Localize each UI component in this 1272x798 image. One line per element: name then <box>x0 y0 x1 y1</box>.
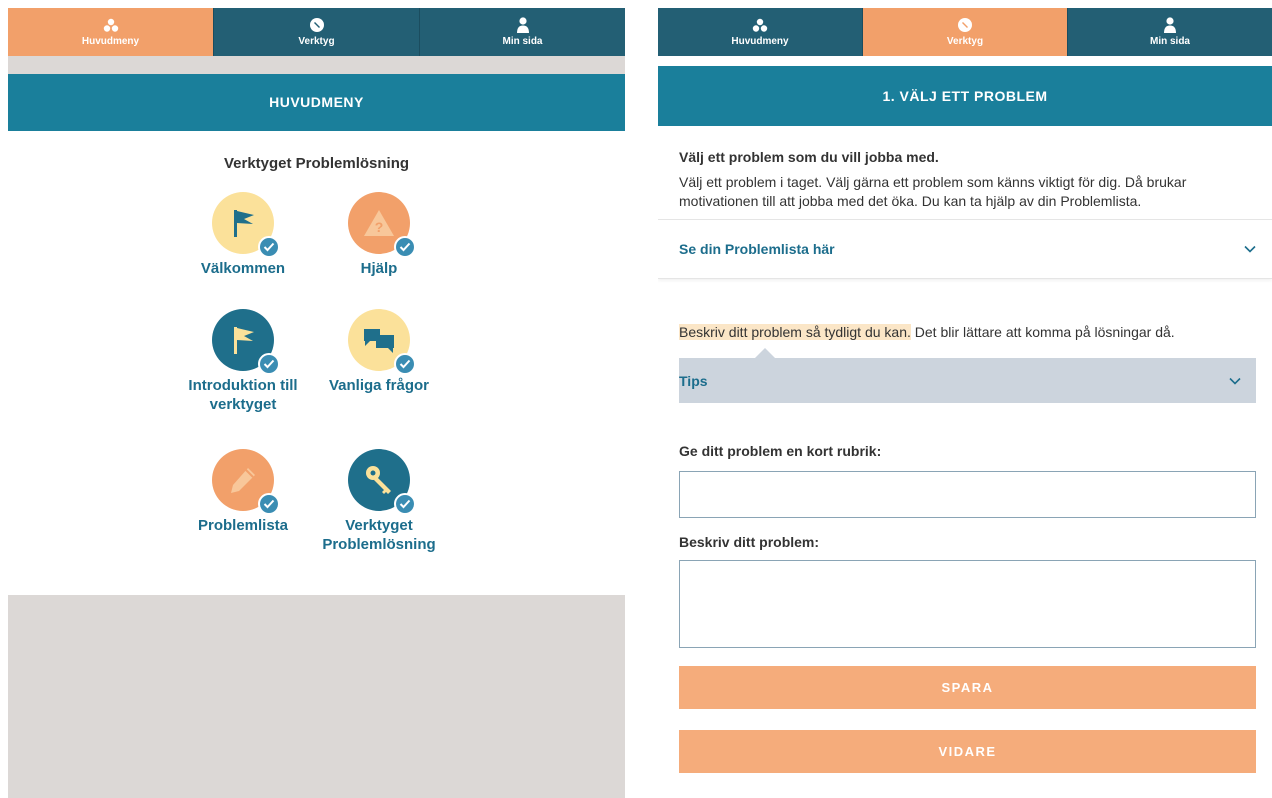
footer-area <box>8 595 625 798</box>
heading-field-label: Ge ditt problem en kort rubrik: <box>679 443 882 459</box>
menu-item-label: Välkommen <box>200 260 286 277</box>
check-icon <box>258 353 280 375</box>
tips-pointer <box>755 348 775 358</box>
tool-icon <box>956 17 974 33</box>
menu-item-label: Introduktion till verktyget <box>188 377 298 413</box>
tool-title: Verktyget Problemlösning <box>223 155 410 172</box>
separator-strip <box>8 56 625 74</box>
menu-item-problemlista[interactable]: Problemlista <box>168 449 318 535</box>
tab-bar: Huvudmeny Verktyg Min sida <box>658 8 1272 56</box>
menu-item-label: Vanliga frågor <box>328 377 430 394</box>
tab-verktyg[interactable]: Verktyg <box>214 8 420 56</box>
warning-icon: ? <box>348 192 416 258</box>
key-icon <box>348 449 416 515</box>
tips-expander[interactable]: Tips <box>679 358 1256 403</box>
menu-item-hjalp[interactable]: ? Hjälp <box>304 192 454 278</box>
expander-label: Se din Problemlista här <box>679 241 835 257</box>
check-icon <box>394 493 416 515</box>
tab-label: Min sida <box>502 36 543 47</box>
next-button[interactable]: VIDARE <box>679 730 1256 773</box>
tab-bar: Huvudmeny Verktyg Min sida <box>8 8 625 56</box>
tab-min-sida[interactable]: Min sida <box>420 8 625 56</box>
pencil-icon <box>212 449 280 515</box>
menu-item-vanliga-fragor[interactable]: Vanliga frågor <box>304 309 454 395</box>
menu-item-introduktion[interactable]: Introduktion till verktyget <box>168 309 318 414</box>
tab-huvudmeny[interactable]: Huvudmeny <box>658 8 863 56</box>
tab-verktyg[interactable]: Verktyg <box>863 8 1068 56</box>
check-icon <box>258 236 280 258</box>
describe-instruction: Beskriv ditt problem så tydligt du kan. … <box>679 324 1256 340</box>
tab-label: Huvudmeny <box>81 36 140 47</box>
tips-label: Tips <box>679 372 708 389</box>
menu-item-label: Problemlista <box>197 517 289 534</box>
menu-item-label: Hjälp <box>360 260 398 277</box>
menu-item-valkommen[interactable]: Välkommen <box>168 192 318 278</box>
instruction-rest: Det blir lättare att komma på lösningar … <box>910 324 1175 340</box>
tab-label: Huvudmeny <box>731 36 789 47</box>
flag-icon <box>212 192 280 258</box>
problem-description-textarea[interactable] <box>679 560 1256 648</box>
flag-icon <box>212 309 280 375</box>
check-icon <box>394 236 416 258</box>
check-icon <box>258 493 280 515</box>
tab-min-sida[interactable]: Min sida <box>1068 8 1272 56</box>
tool-icon <box>308 17 326 33</box>
tips-panel: Tips <box>679 348 1256 403</box>
intro-text: Välj ett problem i taget. Välj gärna ett… <box>679 174 1187 209</box>
chevron-down-icon <box>1244 240 1256 258</box>
tab-label: Verktyg <box>946 36 984 47</box>
tool-content: Välj ett problem som du vill jobba med. … <box>658 149 1272 773</box>
menu-item-label: Verktyget Problemlösning <box>322 517 436 553</box>
problem-heading-input[interactable] <box>679 471 1256 518</box>
intro-title: Välj ett problem som du vill jobba med. <box>679 149 939 165</box>
tab-huvudmeny[interactable]: Huvudmeny <box>8 8 214 56</box>
page-header: HUVUDMENY <box>8 74 625 131</box>
tab-label: Min sida <box>1149 36 1190 47</box>
highlighted-instruction: Beskriv ditt problem så tydligt du kan. <box>679 324 911 340</box>
problem-list-expander[interactable]: Se din Problemlista här <box>658 219 1272 279</box>
page-header: 1. VÄLJ ETT PROBLEM <box>658 66 1272 126</box>
problem-field-label: Beskriv ditt problem: <box>679 534 820 550</box>
person-icon <box>514 17 532 33</box>
menu-item-verktyget-problemlosning[interactable]: Verktyget Problemlösning <box>304 449 454 554</box>
three-circles-icon <box>751 17 769 33</box>
person-icon <box>1161 17 1179 33</box>
save-button[interactable]: SPARA <box>679 666 1256 709</box>
three-circles-icon <box>102 17 120 33</box>
chat-bubbles-icon <box>348 309 416 375</box>
tool-screen: Huvudmeny Verktyg Min sida 1. VÄLJ ETT P… <box>658 8 1272 798</box>
chevron-down-icon <box>1229 372 1241 390</box>
menu-grid: Välkommen ? Hjälp Introduktion till verk… <box>8 172 625 592</box>
tab-label: Verktyg <box>298 36 335 47</box>
check-icon <box>394 353 416 375</box>
svg-text:?: ? <box>375 219 384 235</box>
main-menu-screen: Huvudmeny Verktyg Min sida HUVUDMENY Ver… <box>8 8 625 798</box>
